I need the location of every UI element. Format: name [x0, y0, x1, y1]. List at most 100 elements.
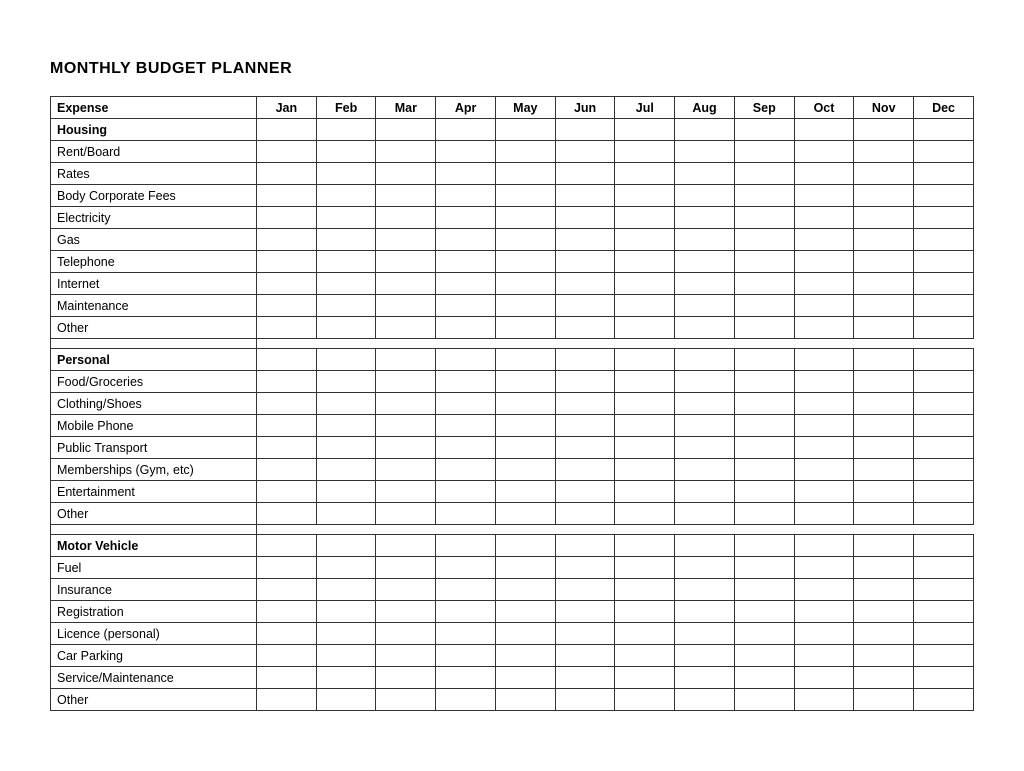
data-cell[interactable]	[914, 371, 974, 393]
data-cell[interactable]	[495, 689, 555, 711]
data-cell[interactable]	[734, 415, 794, 437]
data-cell[interactable]	[854, 371, 914, 393]
data-cell[interactable]	[495, 185, 555, 207]
data-cell[interactable]	[555, 415, 615, 437]
data-cell[interactable]	[376, 689, 436, 711]
data-cell[interactable]	[555, 295, 615, 317]
data-cell[interactable]	[615, 185, 675, 207]
data-cell[interactable]	[734, 503, 794, 525]
data-cell[interactable]	[734, 579, 794, 601]
data-cell[interactable]	[734, 667, 794, 689]
data-cell[interactable]	[734, 317, 794, 339]
data-cell[interactable]	[914, 163, 974, 185]
data-cell[interactable]	[436, 667, 496, 689]
data-cell[interactable]	[495, 141, 555, 163]
data-cell[interactable]	[495, 623, 555, 645]
data-cell[interactable]	[615, 623, 675, 645]
data-cell[interactable]	[734, 481, 794, 503]
data-cell[interactable]	[675, 163, 735, 185]
data-cell[interactable]	[436, 623, 496, 645]
data-cell[interactable]	[615, 459, 675, 481]
data-cell[interactable]	[436, 141, 496, 163]
data-cell[interactable]	[555, 393, 615, 415]
data-cell[interactable]	[914, 229, 974, 251]
data-cell[interactable]	[854, 229, 914, 251]
data-cell[interactable]	[914, 415, 974, 437]
data-cell[interactable]	[376, 667, 436, 689]
data-cell[interactable]	[615, 601, 675, 623]
data-cell[interactable]	[914, 481, 974, 503]
data-cell[interactable]	[257, 229, 317, 251]
data-cell[interactable]	[555, 481, 615, 503]
data-cell[interactable]	[316, 415, 376, 437]
data-cell[interactable]	[436, 601, 496, 623]
data-cell[interactable]	[854, 163, 914, 185]
data-cell[interactable]	[914, 645, 974, 667]
data-cell[interactable]	[495, 415, 555, 437]
data-cell[interactable]	[316, 601, 376, 623]
data-cell[interactable]	[376, 295, 436, 317]
data-cell[interactable]	[854, 645, 914, 667]
data-cell[interactable]	[376, 579, 436, 601]
data-cell[interactable]	[794, 273, 854, 295]
data-cell[interactable]	[675, 317, 735, 339]
data-cell[interactable]	[794, 371, 854, 393]
data-cell[interactable]	[615, 317, 675, 339]
data-cell[interactable]	[734, 229, 794, 251]
data-cell[interactable]	[316, 163, 376, 185]
data-cell[interactable]	[675, 667, 735, 689]
data-cell[interactable]	[794, 557, 854, 579]
data-cell[interactable]	[257, 437, 317, 459]
data-cell[interactable]	[257, 273, 317, 295]
data-cell[interactable]	[257, 601, 317, 623]
data-cell[interactable]	[376, 163, 436, 185]
data-cell[interactable]	[675, 601, 735, 623]
data-cell[interactable]	[734, 557, 794, 579]
data-cell[interactable]	[675, 207, 735, 229]
data-cell[interactable]	[615, 415, 675, 437]
data-cell[interactable]	[316, 371, 376, 393]
data-cell[interactable]	[854, 207, 914, 229]
data-cell[interactable]	[675, 557, 735, 579]
data-cell[interactable]	[257, 393, 317, 415]
data-cell[interactable]	[376, 251, 436, 273]
data-cell[interactable]	[436, 437, 496, 459]
data-cell[interactable]	[376, 623, 436, 645]
data-cell[interactable]	[436, 251, 496, 273]
data-cell[interactable]	[436, 415, 496, 437]
data-cell[interactable]	[854, 141, 914, 163]
data-cell[interactable]	[436, 393, 496, 415]
data-cell[interactable]	[854, 251, 914, 273]
data-cell[interactable]	[495, 601, 555, 623]
data-cell[interactable]	[914, 689, 974, 711]
data-cell[interactable]	[376, 207, 436, 229]
data-cell[interactable]	[734, 163, 794, 185]
data-cell[interactable]	[257, 371, 317, 393]
data-cell[interactable]	[675, 645, 735, 667]
data-cell[interactable]	[257, 689, 317, 711]
data-cell[interactable]	[854, 557, 914, 579]
data-cell[interactable]	[914, 503, 974, 525]
data-cell[interactable]	[555, 317, 615, 339]
data-cell[interactable]	[257, 317, 317, 339]
data-cell[interactable]	[316, 459, 376, 481]
data-cell[interactable]	[436, 185, 496, 207]
data-cell[interactable]	[675, 415, 735, 437]
data-cell[interactable]	[495, 273, 555, 295]
data-cell[interactable]	[376, 229, 436, 251]
data-cell[interactable]	[615, 645, 675, 667]
data-cell[interactable]	[615, 667, 675, 689]
data-cell[interactable]	[555, 579, 615, 601]
data-cell[interactable]	[615, 251, 675, 273]
data-cell[interactable]	[257, 667, 317, 689]
data-cell[interactable]	[436, 371, 496, 393]
data-cell[interactable]	[914, 459, 974, 481]
data-cell[interactable]	[376, 481, 436, 503]
data-cell[interactable]	[316, 273, 376, 295]
data-cell[interactable]	[615, 503, 675, 525]
data-cell[interactable]	[914, 251, 974, 273]
data-cell[interactable]	[495, 459, 555, 481]
data-cell[interactable]	[675, 579, 735, 601]
data-cell[interactable]	[794, 185, 854, 207]
data-cell[interactable]	[555, 459, 615, 481]
